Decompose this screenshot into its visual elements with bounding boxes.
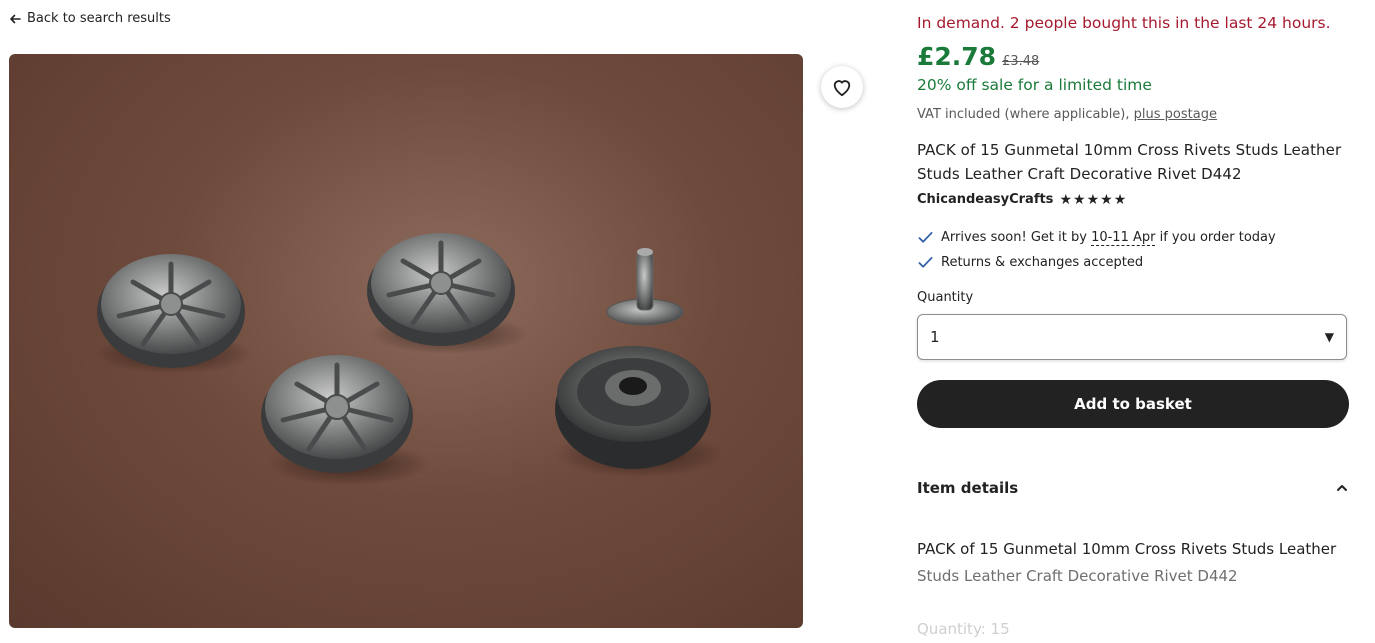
check-icon bbox=[918, 231, 933, 243]
arrow-left-icon bbox=[10, 14, 21, 23]
chevron-down-icon: ▼ bbox=[1324, 330, 1334, 344]
arrival-info: Arrives soon! Get it by 10-11 Apr if you… bbox=[917, 229, 1276, 246]
vat-notice: VAT included (where applicable), plus po… bbox=[917, 107, 1217, 122]
rivet-post-image bbox=[606, 248, 684, 326]
favorite-button[interactable] bbox=[821, 66, 863, 108]
stud-image-1 bbox=[97, 254, 245, 368]
details-line: Studs Leather Craft Decorative Rivet D44… bbox=[917, 567, 1238, 585]
product-image[interactable] bbox=[9, 54, 803, 628]
product-title: PACK of 15 Gunmetal 10mm Cross Rivets St… bbox=[917, 141, 1342, 183]
check-icon bbox=[918, 256, 933, 268]
quantity-value: 1 bbox=[930, 328, 940, 346]
back-link-label: Back to search results bbox=[27, 11, 171, 26]
item-details-text: PACK of 15 Gunmetal 10mm Cross Rivets St… bbox=[917, 536, 1349, 643]
shop-row: ChicandeasyCrafts ★ ★ ★ ★ ★ bbox=[917, 192, 1126, 207]
star-icon: ★ bbox=[1073, 191, 1086, 208]
star-icon: ★ bbox=[1059, 191, 1072, 208]
quantity-label: Quantity bbox=[917, 290, 974, 305]
shop-name-link[interactable]: ChicandeasyCrafts bbox=[917, 192, 1053, 207]
star-icon: ★ bbox=[1100, 191, 1113, 208]
star-icon: ★ bbox=[1086, 191, 1100, 208]
stud-image-2 bbox=[367, 233, 515, 346]
chevron-up-icon bbox=[1337, 485, 1347, 491]
returns-info: Returns & exchanges accepted bbox=[917, 254, 1143, 271]
arrival-suffix: if you order today bbox=[1159, 230, 1276, 245]
item-details-heading: Item details bbox=[917, 479, 1019, 497]
returns-text: Returns & exchanges accepted bbox=[941, 255, 1144, 270]
vat-text: VAT included (where applicable), bbox=[917, 107, 1130, 122]
details-quantity: Quantity: 15 bbox=[917, 620, 1010, 638]
details-line: PACK of 15 Gunmetal 10mm Cross Rivets St… bbox=[917, 540, 1337, 558]
add-to-basket-button[interactable]: Add to basket bbox=[917, 380, 1349, 428]
star-icon: ★ bbox=[1113, 191, 1127, 208]
sale-notice: 20% off sale for a limited time bbox=[917, 76, 1152, 94]
sale-price: £2.78 bbox=[917, 42, 997, 71]
arrival-prefix: Arrives soon! Get it by bbox=[941, 230, 1087, 245]
rivet-cap-image bbox=[555, 346, 711, 469]
arrival-date[interactable]: 10-11 Apr bbox=[1091, 230, 1156, 246]
item-details-toggle[interactable]: Item details bbox=[917, 470, 1349, 506]
rating-stars[interactable]: ★ ★ ★ ★ ★ bbox=[1059, 193, 1126, 207]
heart-icon bbox=[833, 80, 851, 97]
price-row: £2.78 £3.48 bbox=[917, 42, 1039, 71]
postage-link[interactable]: plus postage bbox=[1134, 107, 1217, 122]
stud-image-3 bbox=[261, 355, 413, 473]
original-price: £3.48 bbox=[1002, 54, 1040, 69]
quantity-select[interactable]: 1 ▼ bbox=[917, 314, 1347, 360]
demand-notice: In demand. 2 people bought this in the l… bbox=[917, 14, 1331, 32]
back-to-search-link[interactable]: Back to search results bbox=[9, 11, 171, 26]
